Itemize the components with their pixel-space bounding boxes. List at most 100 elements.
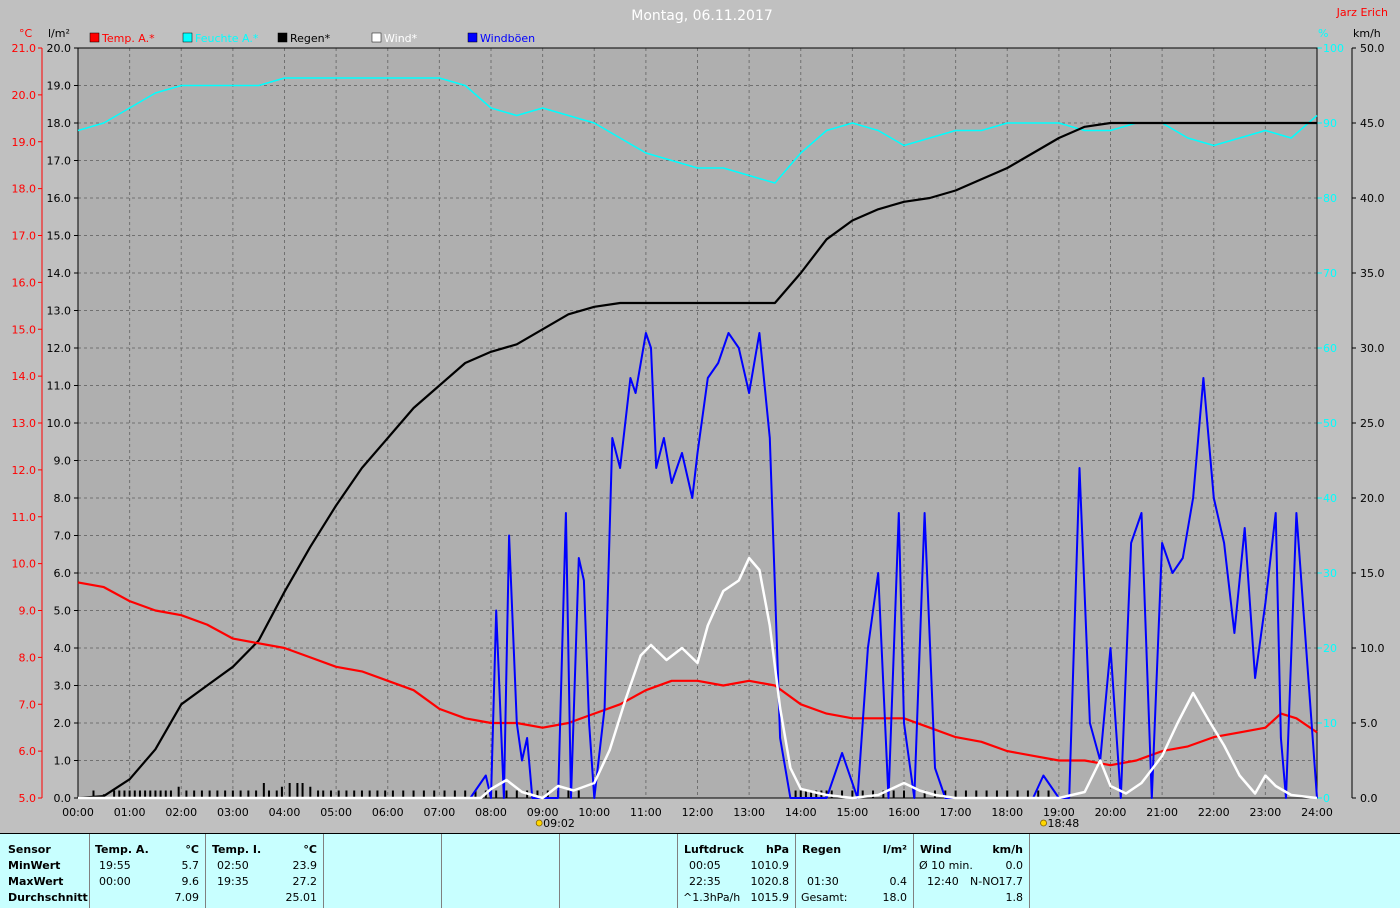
marker-time-label: 09:02 [543,817,575,830]
stats-pressure-avg: 1015.9 [750,891,790,904]
humidity-tick-label: 40 [1323,492,1337,505]
stats-pressure-min: 1010.9 [750,859,790,872]
wind-tick-label: 15.0 [1360,567,1385,580]
legend-swatch [277,32,288,43]
x-tick-label: 20:00 [1095,806,1127,819]
rain-tick-label: 5.0 [54,605,72,618]
stats-rain-total: 18.0 [882,891,908,904]
stats-temp-i-min-time: 02:50 [217,859,249,872]
stats-col-temp-i: Temp. I. °C 02:50 23.9 19:35 27.2 25.01 [205,834,324,908]
legend-label: Feuchte A.* [195,32,259,45]
legend-swatch [371,32,382,43]
stats-temp-i-min: 23.9 [292,859,318,872]
rain-tick-label: 11.0 [47,380,72,393]
x-tick-label: 03:00 [217,806,249,819]
stats-wind-avg-label: Ø 10 min. [919,859,973,872]
rain-tick-label: 0.0 [54,792,72,805]
stats-temp-i-header: Temp. I. [212,843,262,856]
legend-label: Windböen [480,32,535,45]
x-tick-label: 15:00 [837,806,869,819]
rain-bar [296,783,299,798]
stats-temp-a-min-time: 19:55 [99,859,131,872]
stats-col-empty-3 [559,834,678,908]
chart-title: Montag, 06.11.2017 [631,8,773,24]
x-tick-label: 11:00 [630,806,662,819]
stats-col-empty-2 [441,834,560,908]
stats-temp-i-unit: °C [303,843,317,856]
x-tick-label: 16:00 [888,806,920,819]
stats-col-wind: Wind km/h Ø 10 min. 0.0 12:40 N-NO 17.7 … [913,834,1030,908]
rain-tick-label: 14.0 [47,267,72,280]
unit-temp: °C [19,27,33,40]
x-tick-label: 06:00 [372,806,404,819]
rain-tick-label: 18.0 [47,117,72,130]
rain-bar [262,783,265,798]
x-tick-label: 01:00 [114,806,146,819]
legend-label: Temp. A.* [101,32,155,45]
x-tick-label: 22:00 [1198,806,1230,819]
x-tick-label: 21:00 [1146,806,1178,819]
temp-tick-label: 5.0 [19,792,37,805]
temp-tick-label: 8.0 [19,651,37,664]
rain-tick-label: 4.0 [54,642,72,655]
temp-tick-label: 10.0 [12,558,37,571]
stats-rain-header: Regen [802,843,842,856]
wind-tick-label: 25.0 [1360,417,1385,430]
rain-tick-label: 12.0 [47,342,72,355]
stats-pressure-max: 1020.8 [750,875,790,888]
stats-temp-a-max-time: 00:00 [99,875,131,888]
rain-bar [892,790,895,798]
rain-bar [567,790,570,798]
stats-col-empty-1 [323,834,442,908]
author-label: Jarz Erich [1336,6,1388,19]
rain-bar [177,786,180,798]
unit-humidity: % [1318,27,1328,40]
rain-tick-label: 19.0 [47,80,72,93]
rain-tick-label: 15.0 [47,230,72,243]
rain-bar [309,786,312,798]
stats-col-pressure: Luftdruck hPa 00:05 1010.9 22:35 1020.8 … [677,834,796,908]
x-tick-label: 04:00 [269,806,301,819]
temp-tick-label: 15.0 [12,323,37,336]
stats-row-avg: Durchschnitt [8,891,88,904]
temp-tick-label: 21.0 [12,42,37,55]
legend-label: Wind* [384,32,418,45]
stats-col-temp-a: Temp. A. °C 19:55 5.7 00:00 9.6 7.09 [89,834,206,908]
rain-bar [505,790,508,798]
temp-tick-label: 20.0 [12,89,37,102]
temp-tick-label: 12.0 [12,464,37,477]
unit-wind: km/h [1353,27,1381,40]
rain-tick-label: 2.0 [54,717,72,730]
stats-temp-a-min: 5.7 [181,859,200,872]
wind-tick-label: 0.0 [1360,792,1378,805]
stats-rain-total-label: Gesamt: [801,891,848,904]
stats-row-min: MinWert [8,859,61,872]
rain-bar [495,790,498,798]
stats-rain-max-time: 01:30 [807,875,839,888]
rain-tick-label: 3.0 [54,680,72,693]
stats-col-rain: Regen l/m² 01:30 0.4 Gesamt: 18.0 [795,834,914,908]
x-tick-label: 12:00 [682,806,714,819]
stats-pressure-unit: hPa [765,843,789,856]
stats-temp-a-header: Temp. A. [95,843,149,856]
sun-icon [535,819,543,827]
stats-wind-max: 17.7 [998,875,1024,888]
x-tick-label: 00:00 [62,806,94,819]
wind-tick-label: 45.0 [1360,117,1385,130]
x-tick-label: 07:00 [424,806,456,819]
stats-col-sensor: Sensor MinWert MaxWert Durchschnitt [0,834,90,908]
humidity-tick-label: 20 [1323,642,1337,655]
rain-tick-label: 1.0 [54,755,72,768]
wind-tick-label: 35.0 [1360,267,1385,280]
weather-chart: 00:00 01:00 02:00 03:00 04:00 05:00 06:00 07:00… [0,0,1400,833]
stats-temp-i-max: 27.2 [292,875,318,888]
stats-wind-header: Wind [920,843,952,856]
stats-wind-max-dir: N-NO [970,875,1000,888]
stats-temp-a-max: 9.6 [181,875,200,888]
x-tick-label: 08:00 [475,806,507,819]
rain-bar [903,790,905,798]
x-tick-label: 17:00 [940,806,972,819]
rain-bar [288,783,291,798]
stats-pressure-min-time: 00:05 [689,859,721,872]
humidity-tick-label: 70 [1323,267,1337,280]
